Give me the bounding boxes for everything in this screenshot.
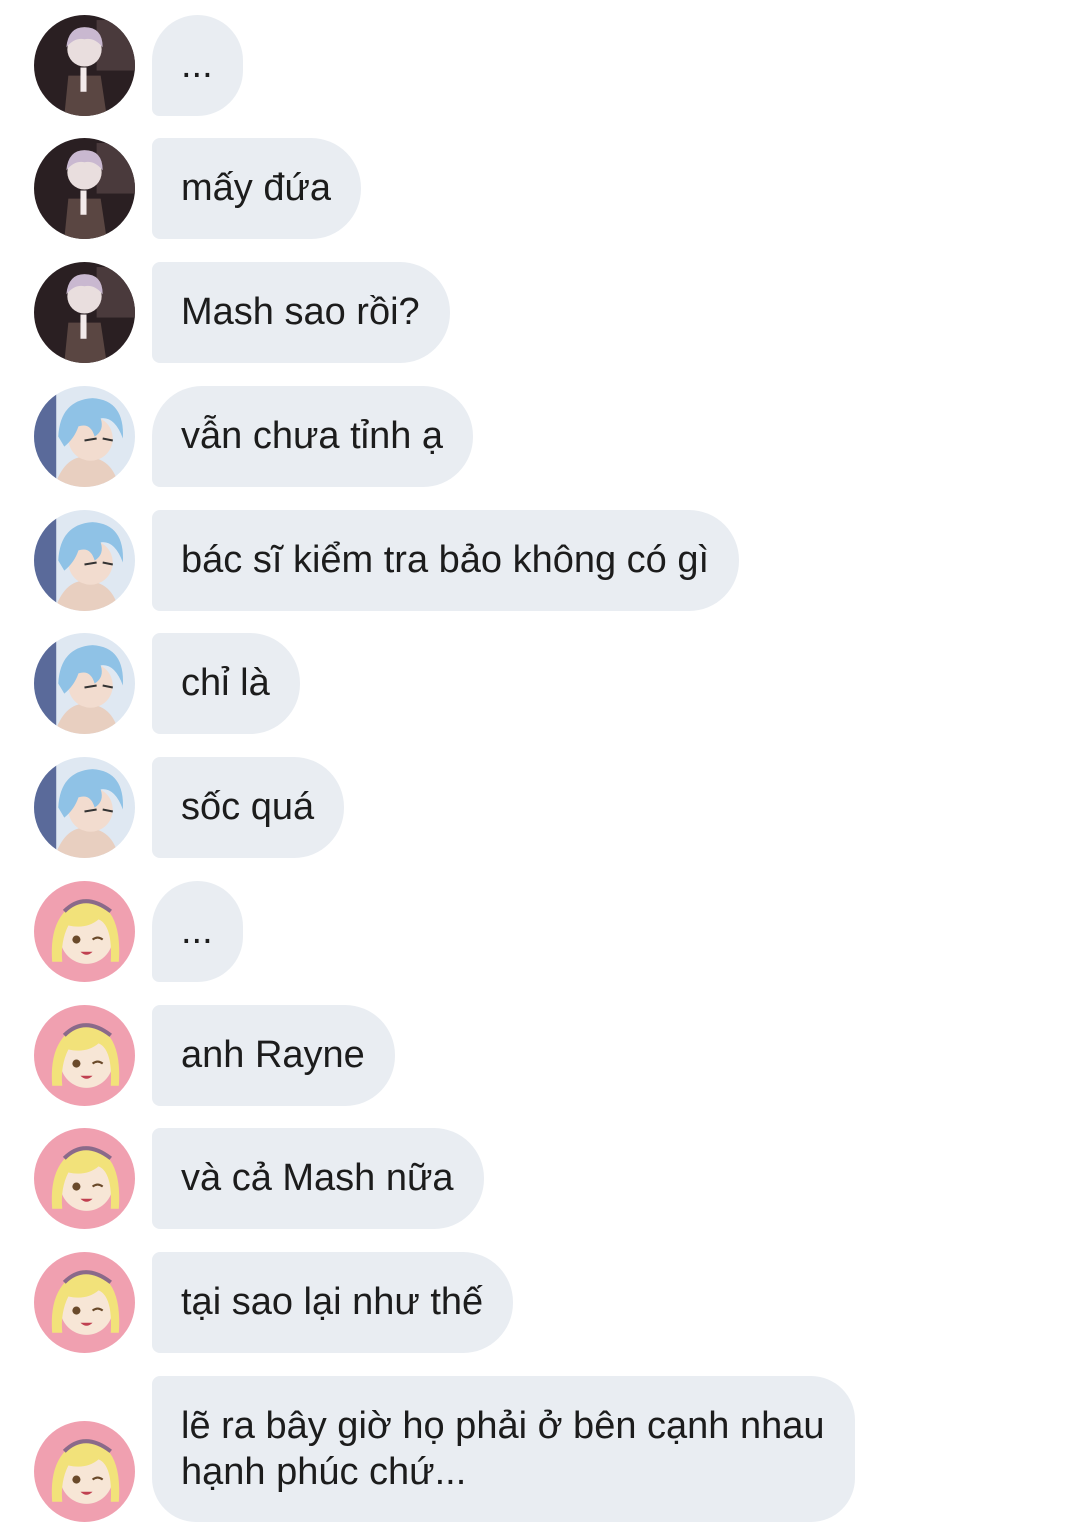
message-text: ...: [181, 44, 213, 86]
chat-thread: ... mấy đứa Mash sao rồi? vẫn chưa tỉnh …: [0, 0, 1080, 1536]
blue-hair-avatar-icon[interactable]: [34, 386, 135, 487]
blue-hair-avatar-icon[interactable]: [34, 757, 135, 858]
rayne-avatar-icon[interactable]: [34, 262, 135, 363]
blonde-avatar-icon[interactable]: [34, 1252, 135, 1353]
message-text: Mash sao rồi?: [181, 291, 420, 333]
message-bubble[interactable]: vẫn chưa tỉnh ạ: [152, 386, 474, 487]
message-text: mấy đứa: [181, 167, 332, 209]
blue-hair-avatar-icon[interactable]: [34, 633, 135, 734]
message-bubble[interactable]: lẽ ra bây giờ họ phải ở bên cạnh nhau hạ…: [152, 1376, 855, 1522]
message-text: anh Rayne: [181, 1034, 365, 1076]
message-bubble[interactable]: bác sĩ kiểm tra bảo không có gì: [152, 510, 740, 611]
message-bubble[interactable]: mấy đứa: [152, 138, 362, 239]
message-bubble[interactable]: chỉ là: [152, 633, 300, 734]
message-text: ...: [181, 910, 213, 952]
message-text: tại sao lại như thế: [181, 1281, 484, 1323]
blonde-avatar-icon[interactable]: [34, 1005, 135, 1106]
message-bubble[interactable]: anh Rayne: [152, 1005, 395, 1106]
blonde-avatar-icon[interactable]: [34, 1421, 135, 1522]
message-text: sốc quá: [181, 786, 315, 828]
message-text: bác sĩ kiểm tra bảo không có gì: [181, 539, 710, 581]
blonde-avatar-icon[interactable]: [34, 881, 135, 982]
message-text: vẫn chưa tỉnh ạ: [181, 415, 444, 457]
blonde-avatar-icon[interactable]: [34, 1128, 135, 1229]
message-bubble[interactable]: ...: [152, 881, 243, 982]
message-text: lẽ ra bây giờ họ phải ở bên cạnh nhau hạ…: [181, 1405, 825, 1493]
rayne-avatar-icon[interactable]: [34, 138, 135, 239]
rayne-avatar-icon[interactable]: [34, 15, 135, 116]
message-bubble[interactable]: ...: [152, 15, 243, 116]
blue-hair-avatar-icon[interactable]: [34, 510, 135, 611]
message-text: và cả Mash nữa: [181, 1157, 454, 1199]
message-bubble[interactable]: sốc quá: [152, 757, 345, 858]
message-text: chỉ là: [181, 662, 270, 704]
message-bubble[interactable]: Mash sao rồi?: [152, 262, 450, 363]
message-bubble[interactable]: và cả Mash nữa: [152, 1128, 484, 1229]
message-bubble[interactable]: tại sao lại như thế: [152, 1252, 514, 1353]
